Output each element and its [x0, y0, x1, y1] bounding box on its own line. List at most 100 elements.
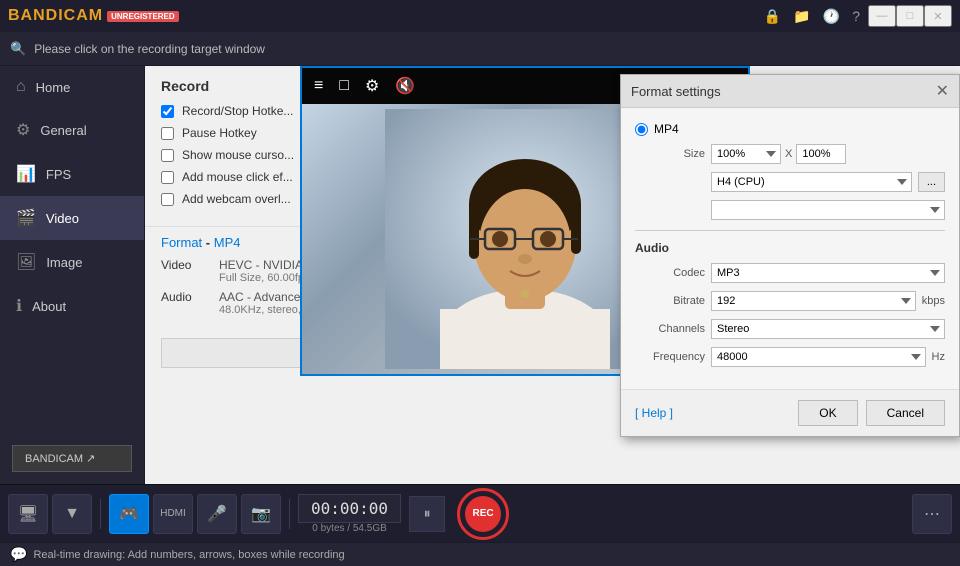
- sidebar-logo-area: BANDICAM ↗: [0, 433, 144, 484]
- sidebar-label-general: General: [40, 123, 86, 138]
- help-link[interactable]: [ Help ]: [635, 406, 673, 420]
- bitrate-unit: kbps: [922, 295, 945, 307]
- dialog-title: Format settings: [631, 84, 721, 99]
- channels-row: Channels Stereo: [635, 319, 945, 339]
- codec-row: H4 (CPU) ...: [635, 172, 945, 192]
- capture-area-button[interactable]: ▼: [52, 494, 92, 534]
- mic-button[interactable]: 🎤: [197, 494, 237, 534]
- size-input2[interactable]: [796, 144, 846, 164]
- frequency-label: Frequency: [635, 351, 705, 363]
- codec-select[interactable]: H4 (CPU): [711, 172, 912, 192]
- toolbar-separator-1: [100, 499, 101, 529]
- mp4-radio[interactable]: [635, 123, 648, 136]
- bitrate-select[interactable]: 192: [711, 291, 916, 311]
- storage-value: 0 bytes / 54.5GB: [312, 523, 387, 534]
- sidebar-label-image: Image: [46, 255, 82, 270]
- extra-select[interactable]: [711, 200, 945, 220]
- webcam-settings-icon[interactable]: ⚙: [361, 74, 383, 98]
- webcam-button[interactable]: 📷: [241, 494, 281, 534]
- video-icon: 🎬: [16, 208, 36, 228]
- window-controls: — □ ✕: [868, 5, 952, 27]
- checkbox-webcam-input[interactable]: [161, 193, 174, 206]
- status-text: Real-time drawing: Add numbers, arrows, …: [33, 549, 344, 561]
- clock-icon[interactable]: 🕐: [823, 8, 840, 25]
- dialog-content: MP4 Size 100% X: [621, 108, 959, 389]
- bitrate-row: Bitrate 192 kbps: [635, 291, 945, 311]
- checkbox-record-hotkey-input[interactable]: [161, 105, 174, 118]
- sidebar-label-video: Video: [46, 211, 79, 226]
- title-bar: BANDICAM UNREGISTERED 🔒 📁 🕐 ? — □ ✕: [0, 0, 960, 32]
- checkbox-show-mouse-label: Show mouse curso...: [182, 148, 294, 162]
- rec-text: REC: [473, 508, 494, 519]
- fps-icon: 📊: [16, 164, 36, 184]
- timer-display: 00:00:00 0 bytes / 54.5GB: [298, 494, 401, 534]
- rec-inner: REC: [465, 496, 501, 532]
- extra-button[interactable]: ⋯: [912, 494, 952, 534]
- rec-record-button[interactable]: REC: [457, 488, 509, 540]
- gear-icon: ⚙: [16, 120, 30, 140]
- checkbox-webcam-label: Add webcam overl...: [182, 192, 291, 206]
- video-label: Video: [161, 258, 211, 284]
- info-icon: ℹ: [16, 296, 22, 316]
- audio-codec-label: Codec: [635, 267, 705, 279]
- size-label: Size: [635, 148, 705, 160]
- webcam-rect-icon[interactable]: □: [335, 75, 353, 97]
- checkbox-pause-hotkey-label: Pause Hotkey: [182, 126, 257, 140]
- size-select1[interactable]: 100%: [711, 144, 781, 164]
- channels-select[interactable]: Stereo: [711, 319, 945, 339]
- pause-button[interactable]: ⏸: [409, 496, 445, 532]
- dialog-close-button[interactable]: ✕: [936, 81, 949, 101]
- close-button[interactable]: ✕: [924, 5, 952, 27]
- dialog-buttons: OK Cancel: [798, 400, 945, 426]
- sidebar-item-video[interactable]: 🎬 Video: [0, 196, 144, 240]
- webcam-mute-icon[interactable]: 🔇: [391, 74, 419, 98]
- cancel-button[interactable]: Cancel: [866, 400, 945, 426]
- audio-codec-row: Codec MP3: [635, 263, 945, 283]
- dialog-title-bar: Format settings ✕: [621, 75, 959, 108]
- frequency-select[interactable]: 48000: [711, 347, 926, 367]
- minimize-button[interactable]: —: [868, 5, 896, 27]
- home-icon: ⌂: [16, 78, 26, 96]
- image-icon: 🖼: [16, 252, 36, 272]
- bottom-toolbar: 🖥 ▼ 🎮 HDMI 🎤 📷 00:00:00 0 bytes / 54.5GB…: [0, 484, 960, 542]
- channels-label: Channels: [635, 323, 705, 335]
- main-content: ⌂ Home ⚙ General 📊 FPS 🎬 Video 🖼 Image ℹ: [0, 66, 960, 484]
- capture-mode-button[interactable]: 🖥: [8, 494, 48, 534]
- lock-icon[interactable]: 🔒: [764, 8, 781, 25]
- checkbox-show-mouse-input[interactable]: [161, 149, 174, 162]
- checkbox-mouse-click-input[interactable]: [161, 171, 174, 184]
- sidebar-item-home[interactable]: ⌂ Home: [0, 66, 144, 108]
- frequency-unit: Hz: [932, 351, 945, 363]
- size-inputs: 100% X: [711, 144, 846, 164]
- hdmi-button[interactable]: HDMI: [153, 494, 193, 534]
- sidebar-label-home: Home: [36, 80, 71, 95]
- size-row: Size 100% X: [635, 144, 945, 164]
- sidebar-item-about[interactable]: ℹ About: [0, 284, 144, 328]
- folder-icon[interactable]: 📁: [793, 8, 810, 25]
- toolbar-separator-2: [289, 499, 290, 529]
- audio-codec-select[interactable]: MP3: [711, 263, 945, 283]
- gamepad-button[interactable]: 🎮: [109, 494, 149, 534]
- help-icon[interactable]: ?: [852, 8, 860, 24]
- sidebar-label-about: About: [32, 299, 66, 314]
- ok-button[interactable]: OK: [798, 400, 857, 426]
- checkbox-mouse-click-label: Add mouse click ef...: [182, 170, 293, 184]
- chat-icon: 💬: [10, 546, 27, 563]
- maximize-button[interactable]: □: [896, 5, 924, 27]
- sidebar-item-image[interactable]: 🖼 Image: [0, 240, 144, 284]
- bandicam-logo-button[interactable]: BANDICAM ↗: [12, 445, 132, 472]
- search-icon: 🔍: [10, 41, 26, 57]
- unregistered-badge: UNREGISTERED: [107, 11, 179, 22]
- content-panel: Record Record/Stop Hotke... Pause Hotkey…: [145, 66, 960, 484]
- dialog-footer: [ Help ] OK Cancel: [621, 389, 959, 436]
- title-bar-icons: 🔒 📁 🕐 ?: [764, 8, 860, 25]
- app-window: BANDICAM UNREGISTERED 🔒 📁 🕐 ? — □ ✕ 🔍 Pl…: [0, 0, 960, 566]
- search-bar: 🔍 Please click on the recording target w…: [0, 32, 960, 66]
- sidebar-item-fps[interactable]: 📊 FPS: [0, 152, 144, 196]
- format-type: MP4: [214, 235, 241, 250]
- codec-extra-button[interactable]: ...: [918, 172, 945, 192]
- webcam-menu-icon[interactable]: ≡: [310, 75, 327, 97]
- audio-label: Audio: [161, 290, 211, 316]
- checkbox-pause-hotkey-input[interactable]: [161, 127, 174, 140]
- sidebar-item-general[interactable]: ⚙ General: [0, 108, 144, 152]
